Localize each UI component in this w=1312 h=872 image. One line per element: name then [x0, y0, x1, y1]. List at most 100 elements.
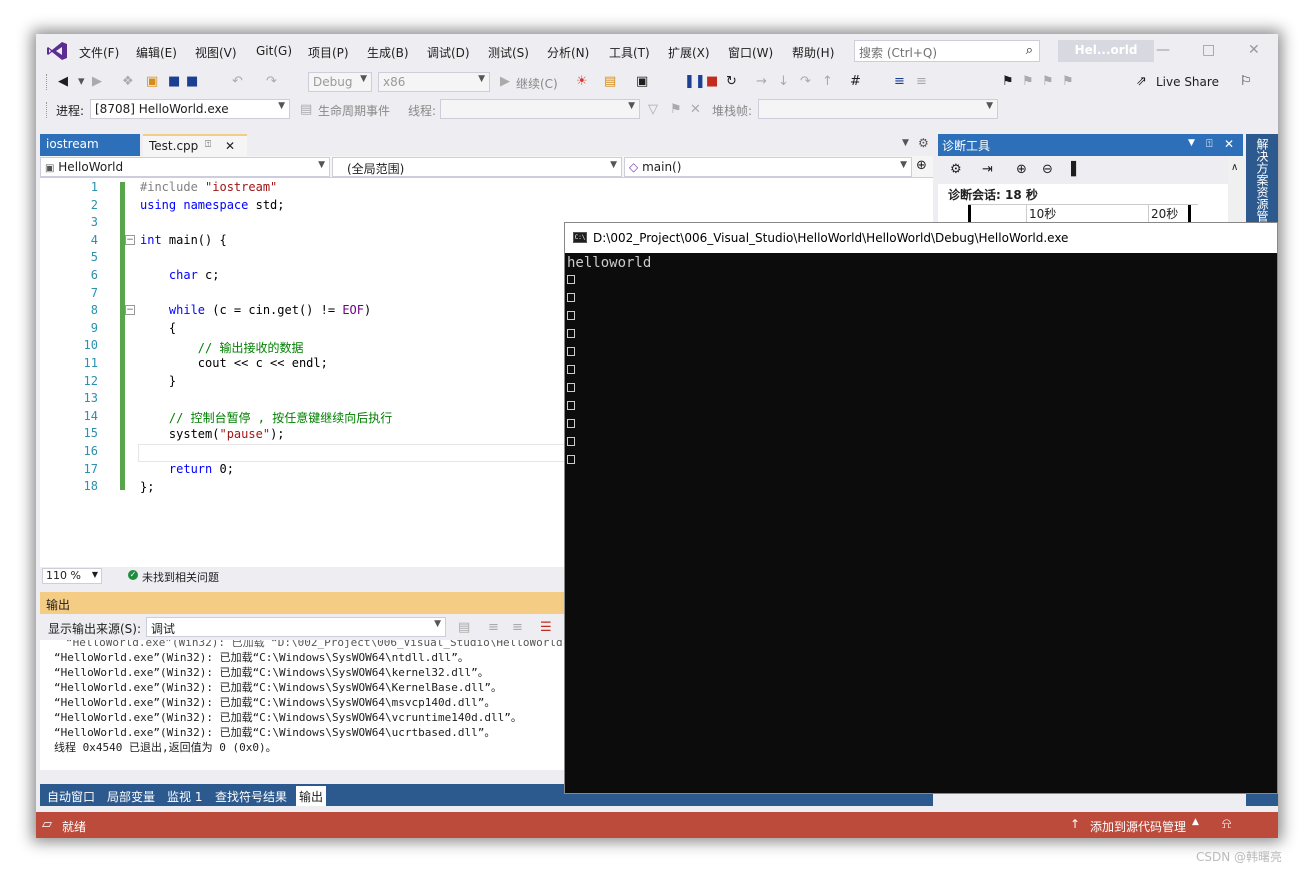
settings-icon[interactable]: ⚙: [950, 162, 962, 177]
live-share-button[interactable]: Live Share: [1156, 75, 1219, 89]
minimize-icon[interactable]: —: [1156, 42, 1170, 58]
flag-threads-icon[interactable]: ⚑: [670, 102, 682, 117]
stop-icon[interactable]: ■: [706, 74, 718, 89]
show-flagged-icon[interactable]: ✕: [690, 102, 701, 117]
continue-button[interactable]: 继续(C): [516, 75, 558, 92]
console-box-char: [567, 347, 575, 356]
new-project-icon[interactable]: ❖: [122, 74, 134, 89]
tab-list-dropdown-icon[interactable]: ▼: [902, 138, 909, 148]
save-all-icon[interactable]: ■: [186, 74, 198, 89]
step-over-icon[interactable]: ↷: [800, 74, 811, 89]
undo-icon[interactable]: ↶: [232, 74, 243, 89]
open-folder-icon[interactable]: ▣: [146, 74, 158, 89]
project-select[interactable]: ▣ HelloWorld ▼: [40, 157, 330, 177]
tab-output[interactable]: 输出: [296, 786, 327, 806]
menu-edit[interactable]: 编辑(E): [136, 44, 177, 61]
hot-reload-icon[interactable]: ☀: [576, 74, 588, 89]
lifecycle-events-button[interactable]: 生命周期事件: [318, 102, 390, 119]
comment-icon[interactable]: ≡: [894, 74, 905, 89]
notifications-icon[interactable]: ⍾: [1222, 816, 1231, 832]
chart-icon[interactable]: ▐: [1066, 162, 1076, 177]
collapse-while-icon[interactable]: −: [125, 305, 135, 315]
output-line: 线程 0x4540 已退出,返回值为 0 (0x0)。: [54, 741, 277, 754]
show-next-statement-icon[interactable]: →: [756, 74, 767, 89]
chevron-up-icon[interactable]: ▲: [1192, 817, 1199, 827]
screenshot-icon[interactable]: ▣: [636, 74, 648, 89]
redo-icon[interactable]: ↷: [266, 74, 277, 89]
output-source-label: 显示输出来源(S):: [48, 622, 142, 636]
pause-icon[interactable]: ❚❚: [684, 74, 706, 89]
back-icon[interactable]: ◀: [58, 74, 68, 89]
live-share-icon[interactable]: ⇗: [1136, 74, 1147, 89]
menu-extensions[interactable]: 扩展(X): [668, 44, 710, 61]
bookmark-icon[interactable]: ⚑: [1002, 74, 1014, 89]
tab-find-symbol-results[interactable]: 查找符号结果: [212, 786, 290, 806]
forward-icon[interactable]: ▶: [92, 74, 102, 89]
diagnostic-tools-title: 诊断工具 ▼ ⍐ ✕: [938, 134, 1243, 156]
menu-project[interactable]: 项目(P): [308, 44, 349, 61]
next-bookmark-icon[interactable]: ⚑: [1042, 74, 1054, 89]
find-message-icon[interactable]: ▤: [458, 620, 470, 635]
menu-analyze[interactable]: 分析(N): [547, 44, 589, 61]
close-tab-icon[interactable]: ✕: [225, 139, 235, 153]
gear-icon[interactable]: ⚙: [918, 136, 929, 150]
save-icon[interactable]: ■: [168, 74, 180, 89]
issues-status[interactable]: 未找到相关问题: [142, 569, 219, 585]
prev-bookmark-icon[interactable]: ⚑: [1022, 74, 1034, 89]
diagnostic-scrollbar[interactable]: ∧: [1228, 156, 1246, 224]
close-panel-icon[interactable]: ✕: [1224, 137, 1234, 151]
output-source-select[interactable]: 调试 ▼: [146, 617, 446, 637]
scroll-up-icon[interactable]: ∧: [1231, 162, 1238, 173]
scope-select[interactable]: (全局范围) ▼: [332, 157, 622, 177]
hex-display-icon[interactable]: #: [850, 74, 861, 89]
menu-tools[interactable]: 工具(T): [609, 44, 650, 61]
tab-locals[interactable]: 局部变量: [104, 786, 158, 806]
platform-select[interactable]: x86 ▼: [378, 72, 490, 92]
tab-watch-1[interactable]: 监视 1: [164, 786, 205, 806]
configuration-select[interactable]: Debug ▼: [308, 72, 372, 92]
menu-git[interactable]: Git(G): [256, 44, 292, 58]
menu-view[interactable]: 视图(V): [195, 44, 237, 61]
menu-debug[interactable]: 调试(D): [427, 44, 470, 61]
add-to-source-control-button[interactable]: 添加到源代码管理: [1090, 818, 1186, 835]
line-number: 6: [90, 268, 98, 282]
clear-bookmarks-icon[interactable]: ⚑: [1062, 74, 1074, 89]
process-select[interactable]: [8708] HelloWorld.exe ▼: [90, 99, 290, 119]
menu-help[interactable]: 帮助(H): [792, 44, 834, 61]
restart-icon[interactable]: ↻: [726, 74, 737, 89]
search-input[interactable]: 搜索 (Ctrl+Q) ⌕: [854, 40, 1040, 62]
feedback-icon[interactable]: ⚐: [1240, 74, 1252, 89]
close-icon[interactable]: ✕: [1248, 42, 1260, 58]
next-message-icon[interactable]: ≡: [512, 620, 523, 635]
pin-icon[interactable]: ⍐: [1206, 137, 1213, 151]
menu-file[interactable]: 文件(F): [79, 44, 119, 61]
tab-test-cpp[interactable]: Test.cpp ⍐ ✕: [143, 134, 247, 156]
dropdown-arrow-icon[interactable]: ▾: [78, 74, 85, 89]
collapse-main-icon[interactable]: −: [125, 235, 135, 245]
menu-window[interactable]: 窗口(W): [728, 44, 773, 61]
tab-iostream[interactable]: iostream: [40, 134, 140, 156]
filter-icon[interactable]: ▽: [648, 102, 658, 117]
zoom-select[interactable]: 110 % ▼: [42, 568, 102, 584]
step-into-icon[interactable]: ↓: [778, 74, 789, 89]
menu-build[interactable]: 生成(B): [367, 44, 409, 61]
split-editor-icon[interactable]: ⊕: [916, 158, 927, 173]
window-position-dropdown-icon[interactable]: ▼: [1188, 138, 1195, 148]
function-select[interactable]: ◇ main() ▼: [624, 157, 912, 177]
pin-icon[interactable]: ⍐: [205, 139, 211, 150]
uncomment-icon[interactable]: ≡: [916, 74, 927, 89]
console-window[interactable]: C:\ D:\002_Project\006_Visual_Studio\Hel…: [564, 222, 1278, 794]
menu-test[interactable]: 测试(S): [488, 44, 529, 61]
prev-message-icon[interactable]: ≡: [488, 620, 499, 635]
step-out-icon[interactable]: ↑: [822, 74, 833, 89]
stack-frame-select[interactable]: ▼: [758, 99, 998, 119]
zoom-in-icon[interactable]: ⊕: [1016, 162, 1027, 177]
zoom-out-icon[interactable]: ⊖: [1042, 162, 1053, 177]
thread-select[interactable]: ▼: [440, 99, 640, 119]
export-icon[interactable]: ⇥: [982, 162, 993, 177]
maximize-icon[interactable]: □: [1202, 42, 1215, 58]
clear-all-icon[interactable]: ☰: [540, 620, 552, 635]
continue-icon[interactable]: ▶: [500, 74, 510, 89]
tab-autos[interactable]: 自动窗口: [44, 786, 98, 806]
browse-icon[interactable]: ▤: [604, 74, 616, 89]
